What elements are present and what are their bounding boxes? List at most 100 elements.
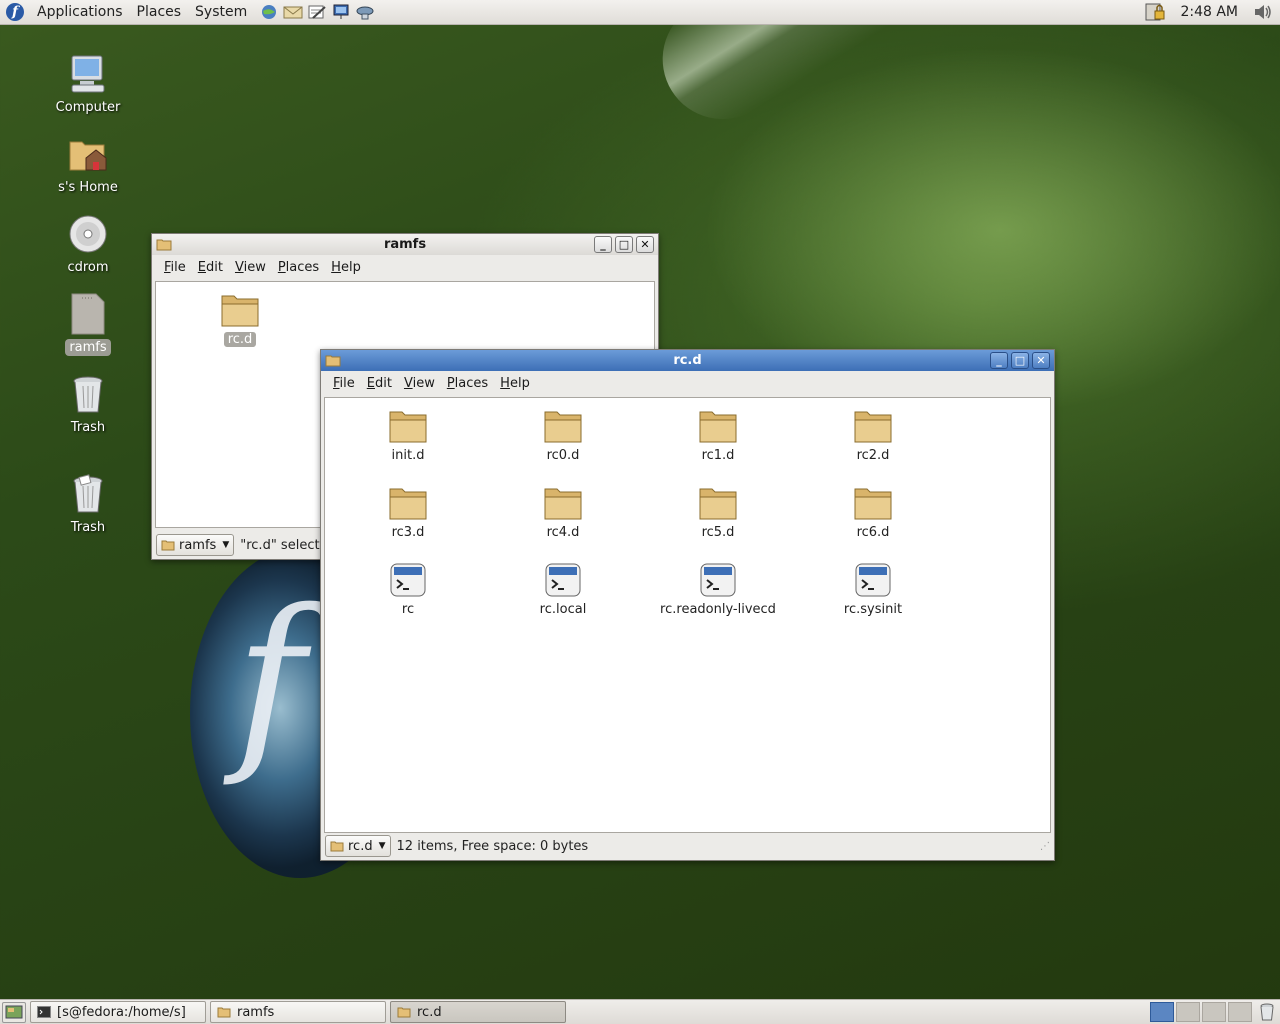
- menu-applications[interactable]: Applications: [30, 4, 130, 20]
- menu-edit[interactable]: Edit: [192, 260, 229, 275]
- file-view[interactable]: init.d rc0.d rc1.d rc2.d rc3.d rc4.d rc5.d rc6.…: [324, 397, 1051, 833]
- resize-grip-icon[interactable]: ⋰: [1040, 841, 1050, 852]
- clock[interactable]: 2:48 AM: [1180, 4, 1238, 20]
- workspace-3[interactable]: [1202, 1002, 1226, 1022]
- panel-tray: 2:48 AM: [1144, 2, 1280, 22]
- file-item[interactable]: init.d: [343, 406, 473, 463]
- file-item[interactable]: rc.sysinit: [808, 560, 938, 617]
- statusbar: rc.d ▼ 12 items, Free space: 0 bytes ⋰: [325, 834, 1050, 858]
- file-label: rc1.d: [701, 448, 735, 463]
- minimize-button[interactable]: _: [990, 352, 1008, 369]
- menubar: File Edit View Places Help: [152, 255, 658, 279]
- trash-full-icon: [66, 472, 110, 516]
- status-text: 12 items, Free space: 0 bytes: [396, 838, 589, 854]
- text-editor-icon[interactable]: [306, 3, 327, 22]
- wallpaper-fedora-mark: f: [235, 569, 306, 790]
- desktop-icon-label: Computer: [55, 100, 121, 115]
- launchers: [258, 3, 375, 22]
- folder-icon: [325, 355, 341, 367]
- desktop-icon-label: s's Home: [58, 180, 118, 195]
- menu-places[interactable]: Places: [441, 376, 494, 391]
- menu-system[interactable]: System: [188, 4, 254, 20]
- file-item[interactable]: rc1.d: [653, 406, 783, 463]
- menu-edit[interactable]: Edit: [361, 376, 398, 391]
- minimize-button[interactable]: _: [594, 236, 612, 253]
- menu-file[interactable]: File: [327, 376, 361, 391]
- titlebar[interactable]: rc.d _ □ ✕: [321, 350, 1054, 371]
- folder-icon: [853, 406, 893, 446]
- file-label: rc3.d: [391, 525, 425, 540]
- folder-icon: [543, 406, 583, 446]
- location-label: ramfs: [179, 537, 217, 553]
- maximize-button[interactable]: □: [615, 236, 633, 253]
- script-file-icon: [543, 560, 583, 600]
- file-label: rc0.d: [546, 448, 580, 463]
- file-label: rc5.d: [701, 525, 735, 540]
- close-button[interactable]: ✕: [636, 236, 654, 253]
- update-lock-icon[interactable]: [1144, 2, 1166, 22]
- task-rc-d[interactable]: rc.d: [390, 1001, 566, 1023]
- terminal-icon: [37, 1006, 51, 1018]
- fedora-logo-icon[interactable]: f: [6, 3, 24, 21]
- file-label: rc4.d: [546, 525, 580, 540]
- presentation-icon[interactable]: [330, 3, 351, 22]
- folder-icon: [217, 1007, 231, 1018]
- task-ramfs[interactable]: ramfs: [210, 1001, 386, 1023]
- volume-icon[interactable]: [1252, 2, 1274, 22]
- file-item[interactable]: rc.readonly-livecd: [653, 560, 783, 617]
- folder-icon: [698, 406, 738, 446]
- menu-help[interactable]: Help: [494, 376, 536, 391]
- file-item[interactable]: rc3.d: [343, 483, 473, 540]
- desktop-icon-label: Trash: [70, 520, 106, 535]
- trash-applet-icon[interactable]: [1258, 1002, 1276, 1022]
- file-item[interactable]: rc0.d: [498, 406, 628, 463]
- desktop-icon-trash[interactable]: Trash: [48, 372, 128, 436]
- task-terminal[interactable]: [s@fedora:/home/s]: [30, 1001, 206, 1023]
- menu-view[interactable]: View: [398, 376, 441, 391]
- email-icon[interactable]: [282, 3, 303, 22]
- workspace-1[interactable]: [1150, 1002, 1174, 1022]
- folder-icon: [543, 483, 583, 523]
- menu-file[interactable]: File: [158, 260, 192, 275]
- menu-view[interactable]: View: [229, 260, 272, 275]
- file-item[interactable]: rc2.d: [808, 406, 938, 463]
- folder-icon: [220, 290, 260, 330]
- show-desktop-button[interactable]: [2, 1001, 26, 1023]
- folder-icon: [698, 483, 738, 523]
- workspace-2[interactable]: [1176, 1002, 1200, 1022]
- web-browser-icon[interactable]: [258, 3, 279, 22]
- menu-places[interactable]: Places: [272, 260, 325, 275]
- bottom-panel: [s@fedora:/home/s] ramfs rc.d: [0, 999, 1280, 1024]
- desktop-icon-home[interactable]: s's Home: [48, 132, 128, 196]
- menu-help[interactable]: Help: [325, 260, 367, 275]
- file-item[interactable]: rc5.d: [653, 483, 783, 540]
- desktop-icon-label: cdrom: [67, 260, 109, 275]
- workspace-4[interactable]: [1228, 1002, 1252, 1022]
- menu-places[interactable]: Places: [130, 4, 189, 20]
- desktop-icon-ramfs[interactable]: ramfs: [48, 292, 128, 356]
- folder-icon: [397, 1007, 411, 1018]
- desktop-icon-cdrom[interactable]: cdrom: [48, 212, 128, 276]
- cdrom-icon: [66, 212, 110, 256]
- location-button[interactable]: ramfs ▼: [156, 534, 235, 556]
- location-label: rc.d: [348, 838, 373, 854]
- file-item[interactable]: rc.d: [175, 290, 305, 347]
- task-label: [s@fedora:/home/s]: [57, 1004, 186, 1020]
- file-label: rc.readonly-livecd: [660, 602, 776, 617]
- close-button[interactable]: ✕: [1032, 352, 1050, 369]
- network-icon[interactable]: [354, 3, 375, 22]
- window-title: rc.d: [673, 353, 702, 368]
- desktop-icon-trash-full[interactable]: Trash: [48, 472, 128, 536]
- folder-icon: [388, 406, 428, 446]
- file-label: rc: [401, 602, 415, 617]
- menubar: File Edit View Places Help: [321, 371, 1054, 395]
- task-label: rc.d: [417, 1004, 442, 1020]
- location-button[interactable]: rc.d ▼: [325, 835, 391, 857]
- file-item[interactable]: rc6.d: [808, 483, 938, 540]
- file-item[interactable]: rc: [343, 560, 473, 617]
- maximize-button[interactable]: □: [1011, 352, 1029, 369]
- titlebar[interactable]: ramfs _ □ ✕: [152, 234, 658, 255]
- desktop-icon-computer[interactable]: Computer: [48, 52, 128, 116]
- file-item[interactable]: rc.local: [498, 560, 628, 617]
- file-item[interactable]: rc4.d: [498, 483, 628, 540]
